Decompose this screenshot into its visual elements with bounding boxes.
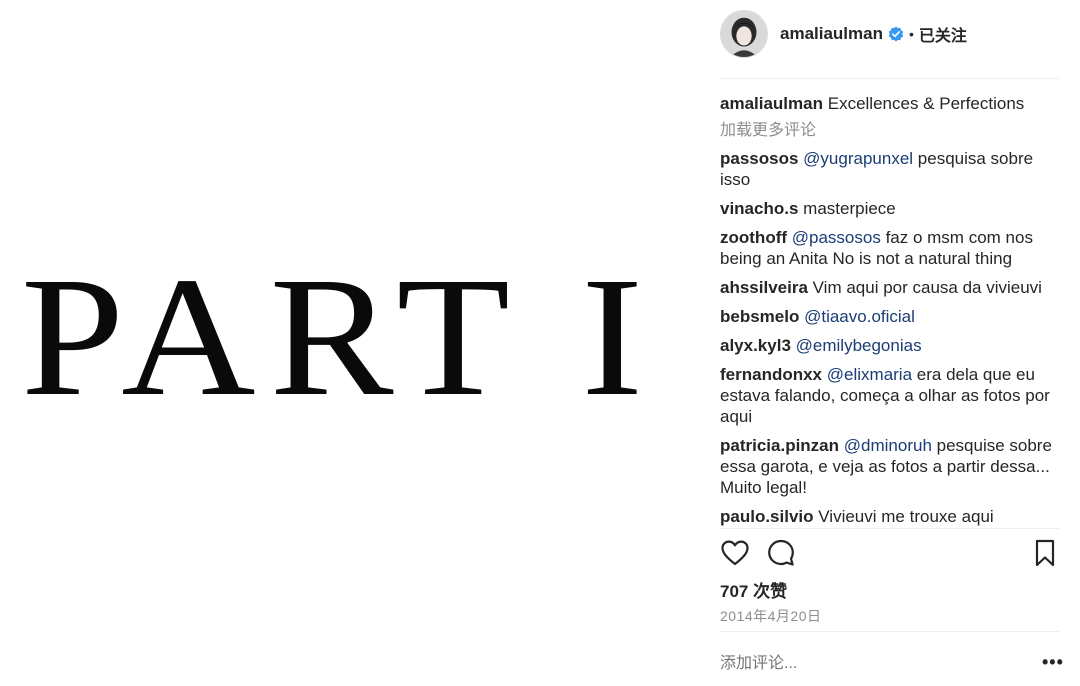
comment-item: alyx.kyl3 @emilybegonias <box>720 335 1060 356</box>
load-more-comments-button[interactable]: 加载更多评论 <box>720 121 1060 141</box>
comment-mention[interactable]: @tiaavo.oficial <box>804 307 915 326</box>
bookmark-icon[interactable] <box>1030 538 1060 568</box>
post-caption: amaliaulman Excellences & Perfections <box>720 92 1060 116</box>
comment-mention[interactable]: @emilybegonias <box>796 336 922 355</box>
comment-username[interactable]: patricia.pinzan <box>720 436 839 455</box>
comments-list[interactable]: amaliaulman Excellences & Perfections 加载… <box>720 92 1060 528</box>
comment-input-divider <box>720 631 1060 632</box>
header-username[interactable]: amaliaulman <box>780 24 883 44</box>
comment-username[interactable]: paulo.silvio <box>720 507 814 526</box>
comment-username[interactable]: alyx.kyl3 <box>720 336 791 355</box>
comment-username[interactable]: ahssilveira <box>720 278 808 297</box>
comment-item: bebsmelo @tiaavo.oficial <box>720 306 1060 327</box>
post-image-text: PART I <box>20 242 658 432</box>
comment-mention[interactable]: @dminoruh <box>844 436 932 455</box>
post-actions <box>720 538 1060 570</box>
comment-item: passosos @yugrapunxel pesquisa sobre iss… <box>720 148 1060 190</box>
comment-item: paulo.silvio Vivieuvi me trouxe aqui <box>720 506 1060 527</box>
comment-item: zoothoff @passosos faz o msm com nos bei… <box>720 227 1060 269</box>
actions-divider <box>720 528 1060 529</box>
caption-username[interactable]: amaliaulman <box>720 94 823 113</box>
comment-username[interactable]: zoothoff <box>720 228 787 247</box>
avatar-image <box>721 11 767 57</box>
comment-text: masterpiece <box>803 199 896 218</box>
comment-text: Vim aqui por causa da vivieuvi <box>812 278 1042 297</box>
post-side-panel: amaliaulman • 已关注 amaliaulman Excellence… <box>698 0 1080 686</box>
post-header: amaliaulman • 已关注 <box>720 9 967 59</box>
header-divider <box>720 78 1060 79</box>
comment-item: patricia.pinzan @dminoruh pesquise sobre… <box>720 435 1060 498</box>
comment-text: Vivieuvi me trouxe aqui <box>818 507 994 526</box>
comment-mention[interactable]: @elixmaria <box>827 365 912 384</box>
comment-username[interactable]: fernandonxx <box>720 365 822 384</box>
comment-item: ahssilveira Vim aqui por causa da vivieu… <box>720 277 1060 298</box>
comment-username[interactable]: vinacho.s <box>720 199 798 218</box>
comment-username[interactable]: passosos <box>720 149 798 168</box>
post-date[interactable]: 2014年4月20日 <box>720 606 822 626</box>
following-button[interactable]: 已关注 <box>919 22 967 46</box>
comment-mention[interactable]: @passosos <box>792 228 881 247</box>
comment-item: vinacho.s masterpiece <box>720 198 1060 219</box>
post-image[interactable]: PART I <box>0 0 698 686</box>
more-options-icon[interactable]: ••• <box>1042 652 1064 673</box>
comment-icon[interactable] <box>766 538 796 568</box>
add-comment-input[interactable] <box>720 652 1020 676</box>
verified-badge-icon <box>888 26 904 42</box>
avatar[interactable] <box>720 10 768 58</box>
caption-text: Excellences & Perfections <box>827 94 1025 113</box>
heart-icon[interactable] <box>720 538 750 568</box>
likes-count[interactable]: 707 次赞 <box>720 577 787 602</box>
comment-mention[interactable]: @yugrapunxel <box>803 149 913 168</box>
separator-dot: • <box>909 26 914 42</box>
comment-item: fernandonxx @elixmaria era dela que eu e… <box>720 364 1060 427</box>
comment-username[interactable]: bebsmelo <box>720 307 799 326</box>
